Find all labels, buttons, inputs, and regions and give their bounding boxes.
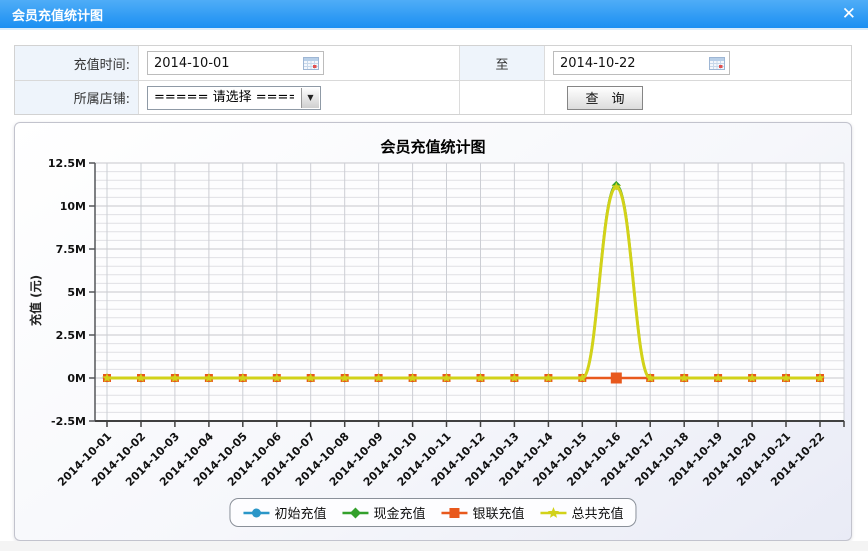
legend-item[interactable]: 银联充值 — [441, 503, 525, 522]
start-date-input[interactable] — [147, 51, 324, 75]
legend-label: 银联充值 — [473, 503, 525, 522]
start-date-cell — [139, 46, 460, 80]
star-marker-icon — [540, 506, 568, 520]
legend-item[interactable]: 现金充值 — [341, 503, 425, 522]
legend-label: 初始充值 — [274, 503, 326, 522]
end-date-cell — [545, 46, 851, 80]
svg-text:-2.5M: -2.5M — [51, 415, 86, 428]
svg-text:10M: 10M — [60, 200, 86, 213]
end-date-input[interactable] — [553, 51, 730, 75]
query-form: 充值时间: 至 — [14, 45, 852, 115]
dialog-titlebar: 会员充值统计图 ✕ — [0, 0, 868, 30]
chart-plot: -2.5M0M2.5M5M7.5M10M12.5M2014-10-012014-… — [15, 123, 851, 540]
svg-text:12.5M: 12.5M — [48, 157, 86, 170]
member-recharge-dialog: 会员充值统计图 ✕ 充值时间: — [0, 0, 868, 551]
calendar-icon[interactable] — [303, 56, 319, 70]
chevron-down-icon[interactable]: ▼ — [301, 88, 319, 108]
empty-cell — [460, 81, 545, 114]
svg-text:0M: 0M — [67, 372, 86, 385]
svg-text:7.5M: 7.5M — [56, 243, 86, 256]
diamond-marker-icon — [341, 506, 369, 520]
chart-panel: 会员充值统计图 充值 (元) -2.5M0M2.5M5M7.5M10M12.5M… — [14, 122, 852, 541]
query-button[interactable]: 查 询 — [567, 86, 643, 110]
recharge-time-label: 充值时间: — [15, 46, 139, 80]
shop-label: 所属店铺: — [15, 81, 139, 114]
form-row-dates: 充值时间: 至 — [15, 46, 851, 80]
dialog-title: 会员充值统计图 — [12, 5, 842, 24]
legend-label: 总共充值 — [572, 503, 624, 522]
shop-select[interactable]: ===== 请选择 ===== ▼ — [147, 86, 321, 110]
svg-text:5M: 5M — [67, 286, 86, 299]
form-row-shop: 所属店铺: ===== 请选择 ===== ▼ 查 询 — [15, 80, 851, 114]
legend-item[interactable]: 初始充值 — [242, 503, 326, 522]
close-icon[interactable]: ✕ — [842, 6, 856, 23]
legend-item[interactable]: 总共充值 — [540, 503, 624, 522]
shop-select-cell: ===== 请选择 ===== ▼ — [139, 81, 460, 114]
shop-select-value: ===== 请选择 ===== — [154, 87, 294, 109]
page-background-strip — [0, 541, 868, 551]
chart-legend: 初始充值 现金充值 银联充值 总共充值 — [229, 498, 636, 527]
legend-label: 现金充值 — [373, 503, 425, 522]
to-label: 至 — [460, 46, 545, 80]
svg-text:2.5M: 2.5M — [56, 329, 86, 342]
query-cell: 查 询 — [545, 81, 851, 114]
square-marker-icon — [441, 506, 469, 520]
calendar-icon[interactable] — [709, 56, 725, 70]
circle-marker-icon — [242, 506, 270, 520]
